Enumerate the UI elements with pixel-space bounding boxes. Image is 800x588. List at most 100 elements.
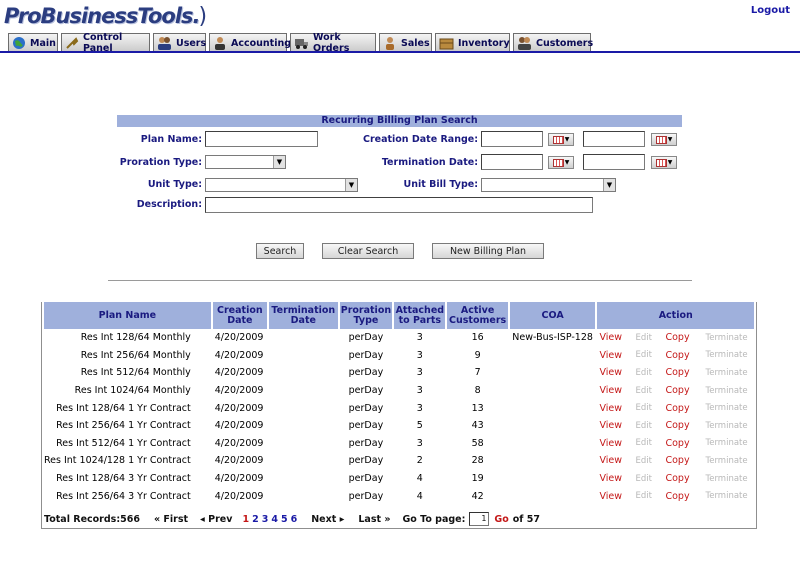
last-page-link[interactable]: Last » xyxy=(358,514,390,525)
tab-customers[interactable]: Customers xyxy=(513,33,593,52)
terminate-link[interactable]: Terminate xyxy=(705,491,747,501)
creation-date-to-input[interactable] xyxy=(583,131,645,147)
tab-main[interactable]: Main xyxy=(8,33,58,52)
col-proration-type[interactable]: Proration Type xyxy=(339,302,393,329)
tab-work-orders[interactable]: Work Orders xyxy=(290,32,376,54)
table-row: Res Int 256/64 1 Yr Contract 4/20/2009 per… xyxy=(44,417,754,435)
col-plan-name[interactable]: Plan Name xyxy=(44,302,211,329)
tab-inventory[interactable]: Inventory xyxy=(435,33,510,52)
view-link[interactable]: View xyxy=(599,420,635,431)
search-panel-title: Recurring Billing Plan Search xyxy=(117,115,682,127)
termination-date-from-input[interactable] xyxy=(481,154,543,170)
edit-link[interactable]: Edit xyxy=(635,350,665,360)
description-input[interactable] xyxy=(205,197,593,213)
tab-accounting[interactable]: Accounting xyxy=(209,33,291,52)
edit-link[interactable]: Edit xyxy=(635,333,665,343)
calendar-termination-from-icon[interactable]: ▼ xyxy=(548,156,574,169)
terminate-link[interactable]: Terminate xyxy=(705,456,747,466)
logout-link[interactable]: Logout xyxy=(751,5,790,16)
col-termination-date[interactable]: Termination Date xyxy=(268,302,338,329)
table-header-row: Plan Name Creation Date Termination Date P… xyxy=(44,302,754,329)
plan-name-cell: Res Int 256/64 Monthly xyxy=(80,349,191,361)
edit-link[interactable]: Edit xyxy=(635,368,665,378)
terminate-link[interactable]: Terminate xyxy=(705,368,747,378)
page-link-6[interactable]: 6 xyxy=(291,514,298,525)
table-row: Res Int 512/64 1 Yr Contract 4/20/2009 per… xyxy=(44,435,754,453)
creation-date-cell: 4/20/2009 xyxy=(214,385,264,397)
prev-page-link[interactable]: ◂ Prev xyxy=(200,514,232,525)
page-link-3[interactable]: 3 xyxy=(262,514,269,525)
terminate-link[interactable]: Terminate xyxy=(705,333,747,343)
view-link[interactable]: View xyxy=(599,473,635,484)
proration-type-select[interactable]: ▼ xyxy=(205,155,286,169)
terminate-link[interactable]: Terminate xyxy=(705,421,747,431)
edit-link[interactable]: Edit xyxy=(635,403,665,413)
active-customers-cell: 13 xyxy=(471,402,484,414)
tab-sales[interactable]: Sales xyxy=(379,33,432,52)
edit-link[interactable]: Edit xyxy=(635,474,665,484)
copy-link[interactable]: Copy xyxy=(665,403,705,414)
unit-type-select[interactable]: ▼ xyxy=(205,178,358,192)
edit-link[interactable]: Edit xyxy=(635,491,665,501)
view-link[interactable]: View xyxy=(599,332,635,343)
next-page-link[interactable]: Next ▸ xyxy=(311,514,344,525)
termination-date-to-input[interactable] xyxy=(583,154,645,170)
col-coa[interactable]: COA xyxy=(509,302,596,329)
creation-date-cell: 4/20/2009 xyxy=(214,420,264,432)
creation-date-cell: 4/20/2009 xyxy=(214,490,264,502)
terminate-link[interactable]: Terminate xyxy=(705,403,747,413)
view-link[interactable]: View xyxy=(599,350,635,361)
tab-control-panel[interactable]: Control Panel xyxy=(61,32,150,54)
table-row: Res Int 128/64 Monthly 4/20/2009 perDay 3 16… xyxy=(44,329,754,347)
clear-search-button[interactable]: Clear Search xyxy=(322,243,414,259)
view-link[interactable]: View xyxy=(599,367,635,378)
copy-link[interactable]: Copy xyxy=(665,350,705,361)
attached-parts-cell: 3 xyxy=(416,367,423,379)
copy-link[interactable]: Copy xyxy=(665,473,705,484)
view-link[interactable]: View xyxy=(599,438,635,449)
edit-link[interactable]: Edit xyxy=(635,421,665,431)
creation-date-from-input[interactable] xyxy=(481,131,543,147)
col-active-customers[interactable]: Active Customers xyxy=(447,302,508,329)
copy-link[interactable]: Copy xyxy=(665,367,705,378)
go-button[interactable]: Go xyxy=(494,514,508,525)
calendar-from-icon[interactable]: ▼ xyxy=(548,133,574,146)
view-link[interactable]: View xyxy=(599,385,635,396)
view-link[interactable]: View xyxy=(599,455,635,466)
tab-users[interactable]: Users xyxy=(153,33,206,52)
unit-bill-type-select[interactable]: ▼ xyxy=(481,178,616,192)
page-link-2[interactable]: 2 xyxy=(252,514,259,525)
copy-link[interactable]: Copy xyxy=(665,332,705,343)
page-link-4[interactable]: 4 xyxy=(271,514,278,525)
copy-link[interactable]: Copy xyxy=(665,491,705,502)
proration-type-cell: perDay xyxy=(348,385,384,397)
view-link[interactable]: View xyxy=(599,491,635,502)
search-button[interactable]: Search xyxy=(256,243,304,259)
action-cell: View Edit Copy Terminate xyxy=(597,470,754,488)
edit-link[interactable]: Edit xyxy=(635,438,665,448)
col-creation-date[interactable]: Creation Date xyxy=(212,302,267,329)
terminate-link[interactable]: Terminate xyxy=(705,438,747,448)
copy-link[interactable]: Copy xyxy=(665,385,705,396)
page-link-5[interactable]: 5 xyxy=(281,514,288,525)
edit-link[interactable]: Edit xyxy=(635,386,665,396)
terminate-link[interactable]: Terminate xyxy=(705,386,747,396)
edit-link[interactable]: Edit xyxy=(635,456,665,466)
calendar-termination-to-icon[interactable]: ▼ xyxy=(651,156,677,169)
new-billing-plan-button[interactable]: New Billing Plan xyxy=(432,243,544,259)
page-link-1[interactable]: 1 xyxy=(242,514,249,525)
copy-link[interactable]: Copy xyxy=(665,438,705,449)
table-row: Res Int 1024/64 Monthly 4/20/2009 perDay 3 8… xyxy=(44,382,754,400)
col-attached-to-parts[interactable]: Attached to Parts xyxy=(394,302,446,329)
copy-link[interactable]: Copy xyxy=(665,420,705,431)
view-link[interactable]: View xyxy=(599,403,635,414)
calendar-to-icon[interactable]: ▼ xyxy=(651,133,677,146)
terminate-link[interactable]: Terminate xyxy=(705,474,747,484)
first-page-link[interactable]: « First xyxy=(154,514,188,525)
goto-page-input[interactable]: 1 xyxy=(469,512,490,526)
active-customers-cell: 43 xyxy=(471,420,484,432)
termination-date-cell xyxy=(269,470,338,488)
plan-name-input[interactable] xyxy=(205,131,318,147)
terminate-link[interactable]: Terminate xyxy=(705,350,747,360)
copy-link[interactable]: Copy xyxy=(665,455,705,466)
